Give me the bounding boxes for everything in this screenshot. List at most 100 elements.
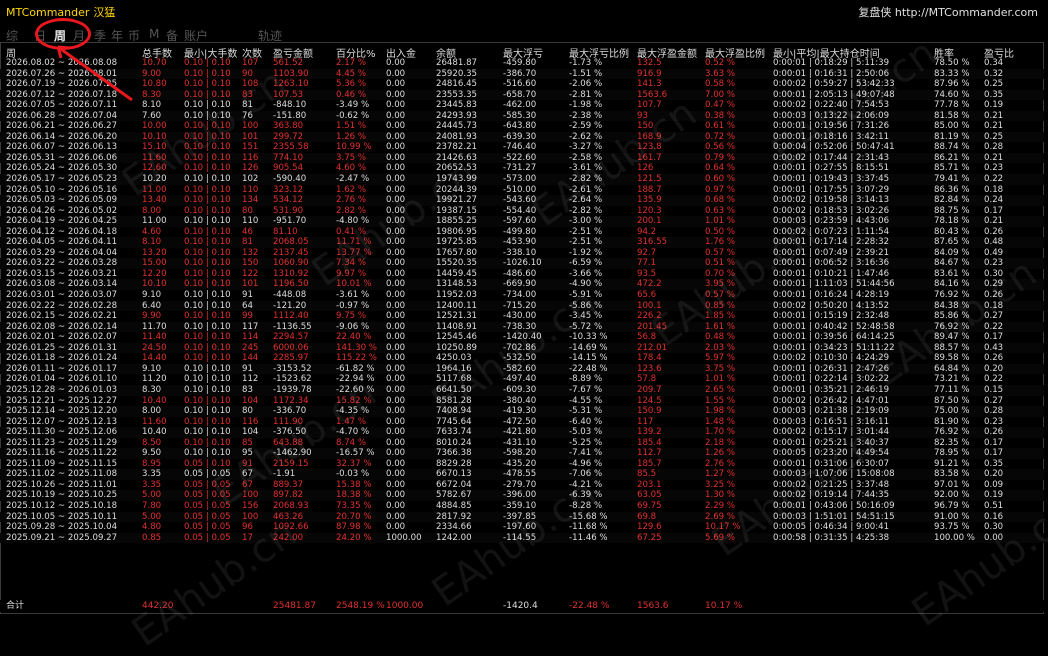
cell-max-float-profit-ratio: 1.48 % [705,416,736,427]
table-row[interactable]: 2026.05.10 ~ 2026.05.16 11.00 0.10 | 0.10 1… [0,185,1044,196]
cell-deposit: 0.00 [386,374,406,385]
table-row[interactable]: 2025.11.09 ~ 2025.11.15 8.95 0.05 | 0.10 91… [0,459,1044,470]
cell-balance: 2334.66 [436,522,472,533]
cell-hold-time: 0:00:01 | 0:39:56 | 64:14:25 [773,332,895,343]
table-body[interactable]: 2026.08.02 ~ 2026.08.08 10.70 0.10 | 0.10 1… [0,58,1044,544]
cell-max-float-profit-ratio: 1.70 % [705,427,736,438]
cell-max-float-profit: 185.4 [637,437,662,448]
table-row[interactable]: 2026.03.15 ~ 2026.03.21 12.20 0.10 | 0.10 1… [0,269,1044,280]
cell-total-lots: 8.10 [142,100,162,111]
cell-trade-count: 83 [242,384,253,395]
table-row[interactable]: 2026.05.31 ~ 2026.06.06 11.60 0.10 | 0.10 1… [0,152,1044,164]
table-row[interactable]: 2025.11.16 ~ 2025.11.22 9.50 0.10 | 0.10 95… [0,448,1044,459]
cell-pl-ratio: 0.49 [984,247,1004,258]
table-row[interactable]: 2026.07.19 ~ 2026.07.25 10.80 0.10 | 0.10 1… [0,79,1044,90]
table-row[interactable]: 2025.12.21 ~ 2025.12.27 10.40 0.10 | 0.10 1… [0,396,1044,407]
table-row[interactable]: 2026.05.24 ~ 2026.05.30 12.60 0.10 | 0.10 1… [0,163,1044,174]
cell-max-float-profit-ratio: 0.85 % [705,300,736,311]
cell-profit: 889.37 [273,479,304,490]
cell-percent: -9.06 % [336,321,370,332]
cell-max-float-profit: 63.05 [637,490,662,501]
cell-deposit: 0.00 [386,490,406,501]
table-row[interactable]: 2026.04.05 ~ 2026.04.11 8.10 0.10 | 0.10 81… [0,237,1044,248]
tab-m[interactable]: M [149,27,159,41]
table-row[interactable]: 2026.01.25 ~ 2026.01.31 24.50 0.10 | 0.10 2… [0,342,1044,354]
table-row[interactable]: 2025.12.14 ~ 2025.12.20 8.00 0.10 | 0.10 80… [0,406,1044,417]
table-row[interactable]: 2025.09.21 ~ 2025.09.27 0.85 0.05 | 0.05 17… [0,532,1044,544]
table-row[interactable]: 2026.05.03 ~ 2026.05.09 13.40 0.10 | 0.10 1… [0,195,1044,206]
cell-min-max-lots: 0.10 | 0.10 [184,216,231,227]
cell-max-float-profit-ratio: 0.48 % [705,332,736,343]
table-row[interactable]: 2026.06.14 ~ 2026.06.20 10.10 0.10 | 0.10 1… [0,131,1044,143]
cell-hold-time: 0:00:58 | 0:31:35 | 4:25:38 [773,532,890,543]
cell-percent: 4.45 % [336,68,367,79]
cell-week: 2026.04.05 ~ 2026.04.11 [6,237,118,248]
cell-balance: 19387.15 [436,205,478,216]
cell-total-lots: 11.20 [142,374,167,385]
table-row[interactable]: 2026.02.08 ~ 2026.02.14 11.70 0.10 | 0.10 1… [0,321,1044,333]
table-row[interactable]: 2025.11.23 ~ 2025.11.29 8.50 0.10 | 0.10 85… [0,438,1044,449]
cell-max-float-loss: -197.60 [503,522,537,533]
cell-max-float-profit: 1563.6 [637,89,668,100]
cell-max-float-loss: -738.30 [503,321,537,332]
table-row[interactable]: 2026.04.19 ~ 2026.04.25 11.00 0.10 | 0.10 1… [0,216,1044,227]
table-row[interactable]: 2026.05.17 ~ 2026.05.23 10.20 0.10 | 0.10 1… [0,174,1044,185]
cell-profit: -590.40 [273,174,307,185]
cell-percent: 15.38 % [336,479,372,490]
table-row[interactable]: 2025.12.28 ~ 2026.01.03 8.30 0.10 | 0.10 83… [0,384,1044,396]
cell-win-rate: 78.95 % [934,448,970,459]
table-row[interactable]: 2026.07.05 ~ 2026.07.11 8.10 0.10 | 0.10 81… [0,100,1044,111]
cell-max-float-loss: -114.55 [503,532,537,543]
cell-trade-count: 90 [242,68,253,79]
cell-max-float-loss-ratio: -5.25 % [569,437,603,448]
table-row[interactable]: 2026.01.04 ~ 2026.01.10 11.20 0.10 | 0.10 1… [0,374,1044,385]
cell-max-float-loss: -421.80 [503,427,537,438]
table-row[interactable]: 2026.02.01 ~ 2026.02.07 11.40 0.10 | 0.10 1… [0,332,1044,343]
cell-win-rate: 83.58 % [934,469,970,480]
cell-profit: 2068.05 [273,237,309,248]
table-row[interactable]: 2026.07.12 ~ 2026.07.18 8.30 0.10 | 0.10 83… [0,89,1044,101]
table-row[interactable]: 2026.01.11 ~ 2026.01.17 9.10 0.10 | 0.10 91… [0,363,1044,375]
cell-percent: 0.41 % [336,226,367,237]
cell-total-lots: 14.40 [142,353,167,364]
cell-trade-count: 156 [242,500,259,511]
table-row[interactable]: 2026.04.26 ~ 2026.05.02 8.00 0.10 | 0.10 80… [0,206,1044,217]
cell-balance: 13148.53 [436,279,478,290]
table-row[interactable]: 2025.10.05 ~ 2025.10.11 5.00 0.05 | 0.05 10… [0,511,1044,523]
table-row[interactable]: 2026.02.22 ~ 2026.02.28 6.40 0.10 | 0.10 64… [0,300,1044,312]
table-row[interactable]: 2025.10.26 ~ 2025.11.01 3.35 0.05 | 0.05 67… [0,480,1044,491]
table-row[interactable]: 2025.09.28 ~ 2025.10.04 4.80 0.05 | 0.05 96… [0,522,1044,533]
cell-pl-ratio: 0.00 [984,532,1004,543]
table-row[interactable]: 2026.02.15 ~ 2026.02.21 9.90 0.10 | 0.10 99… [0,311,1044,322]
table-row[interactable]: 2026.07.26 ~ 2026.08.01 9.00 0.10 | 0.10 90… [0,68,1044,80]
table-row[interactable]: 2026.03.29 ~ 2026.04.04 13.20 0.10 | 0.10 1… [0,248,1044,259]
table-row[interactable]: 2026.06.28 ~ 2026.07.04 7.60 0.10 | 0.10 76… [0,110,1044,122]
table-row[interactable]: 2026.03.22 ~ 2026.03.28 15.00 0.10 | 0.10 1… [0,258,1044,269]
table-row[interactable]: 2026.03.08 ~ 2026.03.14 10.10 0.10 | 0.10 1… [0,279,1044,291]
cell-pl-ratio: 0.18 [984,184,1004,195]
table-row[interactable]: 2026.08.02 ~ 2026.08.08 10.70 0.10 | 0.10 1… [0,58,1044,69]
table-row[interactable]: 2025.10.12 ~ 2025.10.18 7.80 0.05 | 0.05 15… [0,501,1044,512]
table-row[interactable]: 2026.03.01 ~ 2026.03.07 9.10 0.10 | 0.10 91… [0,290,1044,301]
cell-percent: 87.98 % [336,522,372,533]
brand-link[interactable]: 复盘侠 http://MTCommander.com [858,4,1038,20]
cell-week: 2026.02.08 ~ 2026.02.14 [6,321,118,332]
cell-min-max-lots: 0.10 | 0.10 [184,332,231,343]
cell-max-float-profit: 56.8 [637,332,657,343]
table-row[interactable]: 2026.06.07 ~ 2026.06.13 15.10 0.10 | 0.10 1… [0,142,1044,153]
cell-min-max-lots: 0.10 | 0.10 [184,110,231,121]
cell-deposit: 0.00 [386,500,406,511]
table-row[interactable]: 2026.01.18 ~ 2026.01.24 14.40 0.10 | 0.10 1… [0,353,1044,364]
cell-win-rate: 100.00 % [934,532,975,543]
cell-hold-time: 0:00:03 | 0:21:38 | 2:19:09 [773,406,890,417]
table-row[interactable]: 2026.06.21 ~ 2026.06.27 10.00 0.10 | 0.10 1… [0,121,1044,132]
cell-min-max-lots: 0.10 | 0.10 [184,321,231,332]
table-row[interactable]: 2025.10.19 ~ 2025.10.25 5.00 0.05 | 0.05 10… [0,490,1044,501]
table-row[interactable]: 2025.11.30 ~ 2025.12.06 10.40 0.10 | 0.10 1… [0,427,1044,438]
cell-trade-count: 81 [242,237,253,248]
table-row[interactable]: 2025.12.07 ~ 2025.12.13 11.60 0.10 | 0.10 1… [0,417,1044,428]
cell-trade-count: 102 [242,174,259,185]
table-row[interactable]: 2026.04.12 ~ 2026.04.18 4.60 0.10 | 0.10 46… [0,227,1044,238]
table-row[interactable]: 2025.11.02 ~ 2025.11.08 3.35 0.05 | 0.05 67… [0,469,1044,480]
cell-profit: 1196.50 [273,279,309,290]
